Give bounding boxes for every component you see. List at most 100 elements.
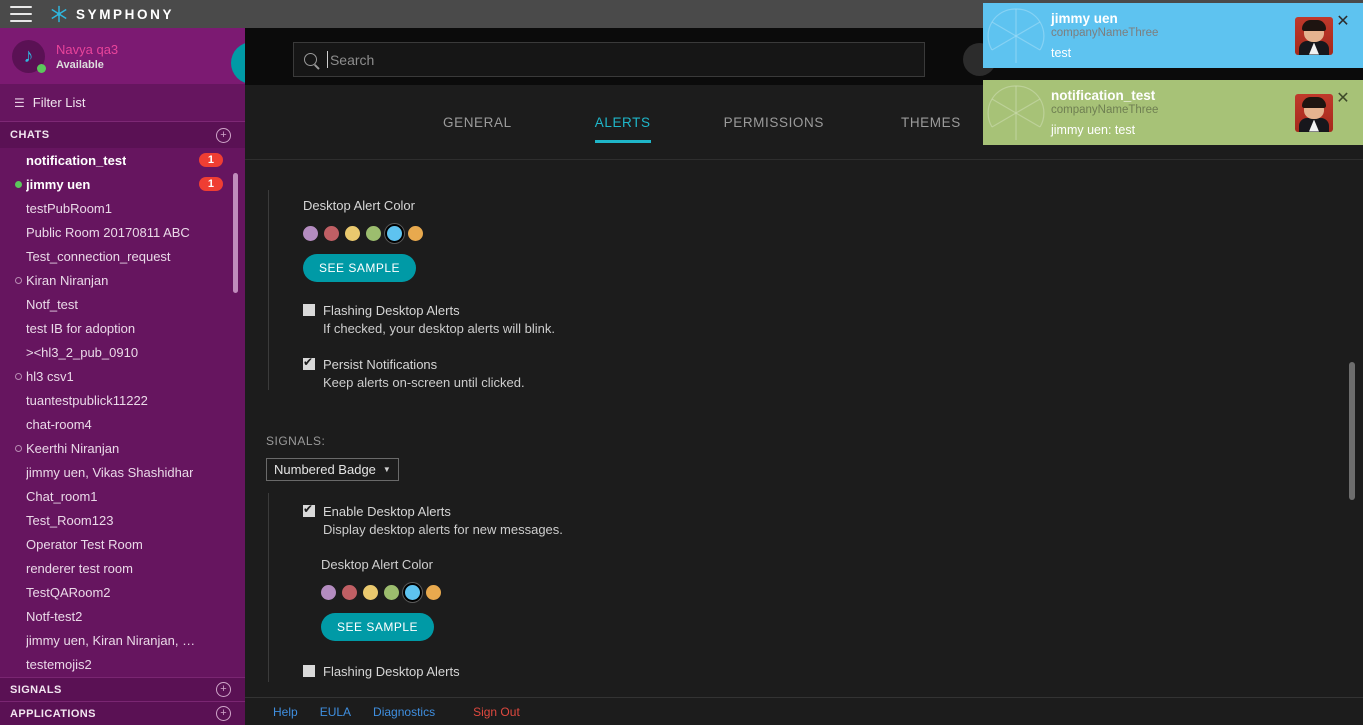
- app-logo: SYMPHONY: [50, 5, 174, 23]
- chat-name: jimmy uen, Vikas Shashidhar: [26, 464, 194, 480]
- toast-message: test: [1051, 46, 1072, 60]
- signals-type-dropdown[interactable]: Numbered Badge ▼: [266, 458, 399, 481]
- search-icon: [304, 53, 317, 66]
- color-swatch[interactable]: [342, 585, 357, 600]
- chat-list[interactable]: notification_test 1 jimmy uen 1 testPubRoom1…: [0, 148, 245, 704]
- color-swatch[interactable]: [408, 226, 423, 241]
- flashing-alerts-row[interactable]: Flashing Desktop Alerts If checked, your…: [303, 663, 1340, 682]
- chat-list-item[interactable]: renderer test room: [0, 556, 245, 580]
- chat-list-item[interactable]: test IB for adoption: [0, 316, 245, 340]
- diagnostics-link[interactable]: Diagnostics: [373, 705, 435, 719]
- symphony-mark-icon: [51, 5, 67, 23]
- chat-list-item[interactable]: notification_test 1: [0, 148, 245, 172]
- settings-panel: GENERALALERTSPERMISSIONSTHEMESEMAIL INTE…: [245, 85, 1363, 697]
- tab-alerts[interactable]: ALERTS: [594, 115, 651, 143]
- color-swatch[interactable]: [303, 226, 318, 241]
- help-link[interactable]: Help: [273, 705, 298, 719]
- notification-toast-notification-test[interactable]: notification_test companyNameThree jimmy…: [983, 80, 1363, 145]
- add-signal-icon[interactable]: +: [216, 682, 231, 697]
- hamburger-icon[interactable]: [10, 6, 32, 22]
- chats-section-header: CHATS +: [0, 122, 245, 148]
- tab-general[interactable]: GENERAL: [443, 115, 512, 143]
- presence-indicator: [37, 63, 46, 73]
- sidebar-scrollbar[interactable]: [233, 173, 238, 293]
- color-swatch[interactable]: [384, 585, 399, 600]
- flashing-alerts-checkbox-top[interactable]: [303, 304, 315, 316]
- persist-notifications-row-top[interactable]: Persist Notifications Keep alerts on-scr…: [303, 355, 1340, 390]
- chat-list-item[interactable]: Public Room 20170811 ABC: [0, 220, 245, 244]
- color-swatch[interactable]: [405, 585, 420, 600]
- profile-status: Available: [56, 58, 104, 71]
- user-profile[interactable]: ♪ Navya qa3 Available +: [0, 28, 245, 84]
- close-icon[interactable]: ✕: [1333, 88, 1353, 108]
- chat-name: Operator Test Room: [26, 536, 143, 552]
- applications-section-header[interactable]: APPLICATIONS +: [0, 701, 245, 725]
- search-bar[interactable]: [293, 42, 925, 77]
- presence-icon: [10, 276, 26, 284]
- chat-name: renderer test room: [26, 560, 133, 576]
- chat-name: Test_Room123: [26, 512, 114, 528]
- chat-list-item[interactable]: Test_Room123: [0, 508, 245, 532]
- signals-section-header[interactable]: SIGNALS +: [0, 677, 245, 701]
- chat-list-item[interactable]: TestQARoom2: [0, 580, 245, 604]
- desktop-alert-color-label: Desktop Alert Color: [321, 557, 433, 572]
- add-chat-icon[interactable]: +: [216, 127, 231, 143]
- color-swatch[interactable]: [345, 226, 360, 241]
- applications-section-title: APPLICATIONS: [10, 707, 96, 720]
- chat-name: jimmy uen: [26, 176, 91, 192]
- chat-list-item[interactable]: chat-room4: [0, 412, 245, 436]
- signals-alerts-group: Enable Desktop Alerts Display desktop al…: [268, 493, 1340, 682]
- persist-notifications-checkbox-top[interactable]: [303, 355, 315, 370]
- chat-list-item[interactable]: Kiran Niranjan: [0, 268, 245, 292]
- color-swatch[interactable]: [387, 226, 402, 241]
- create-new-button[interactable]: +: [231, 42, 245, 84]
- chat-name: testPubRoom1: [26, 200, 112, 216]
- signals-section-title: SIGNALS: [10, 683, 62, 696]
- tab-themes[interactable]: THEMES: [901, 115, 961, 143]
- app-root: SYMPHONY ♪ Navya qa3 Available + ☰ Filte…: [0, 0, 1363, 725]
- flashing-alerts-row-top[interactable]: Flashing Desktop Alerts If checked, your…: [303, 302, 1340, 336]
- chat-list-item[interactable]: hl3 csv1: [0, 364, 245, 388]
- chats-section-title: CHATS: [10, 129, 50, 141]
- settings-scrollbar[interactable]: [1349, 362, 1355, 500]
- see-sample-button[interactable]: SEE SAMPLE: [321, 613, 435, 641]
- color-swatch[interactable]: [366, 226, 381, 241]
- chat-list-item[interactable]: jimmy uen, Vikas Shashidhar: [0, 460, 245, 484]
- unread-badge: 1: [198, 177, 223, 191]
- chat-list-item[interactable]: tuantestpublick11222: [0, 388, 245, 412]
- see-sample-button-top[interactable]: SEE SAMPLE: [303, 254, 417, 282]
- chat-list-item[interactable]: testemojis2: [0, 652, 245, 676]
- chat-list-item[interactable]: Chat_room1: [0, 484, 245, 508]
- chat-list-item[interactable]: Keerthi Niranjan: [0, 436, 245, 460]
- chat-list-item[interactable]: Operator Test Room: [0, 532, 245, 556]
- desktop-alert-color-swatches[interactable]: [321, 585, 1340, 600]
- presence-icon: [10, 180, 26, 188]
- chat-list-item[interactable]: jimmy uen, Kiran Niranjan, Vikas ...: [0, 628, 245, 652]
- add-application-icon[interactable]: +: [216, 706, 231, 721]
- sign-out-link[interactable]: Sign Out: [473, 705, 520, 719]
- chat-list-item[interactable]: Notf_test: [0, 292, 245, 316]
- notification-toast-jimmy-uen[interactable]: jimmy uen companyNameThree test ✕: [983, 3, 1363, 68]
- enable-desktop-alerts-row[interactable]: Enable Desktop Alerts Display desktop al…: [303, 502, 1340, 537]
- enable-desktop-alerts-checkbox[interactable]: [303, 502, 315, 517]
- chat-list-item[interactable]: testPubRoom1: [0, 196, 245, 220]
- color-swatch[interactable]: [321, 585, 336, 600]
- color-swatch[interactable]: [324, 226, 339, 241]
- flashing-alerts-checkbox[interactable]: [303, 665, 315, 677]
- chat-name: Kiran Niranjan: [26, 272, 109, 288]
- presence-icon: [10, 372, 26, 380]
- eula-link[interactable]: EULA: [320, 705, 351, 719]
- chat-list-item[interactable]: ><hl3_2_pub_0910: [0, 340, 245, 364]
- color-swatch[interactable]: [426, 585, 441, 600]
- chat-list-item[interactable]: jimmy uen 1: [0, 172, 245, 196]
- chat-list-item[interactable]: Test_connection_request: [0, 244, 245, 268]
- tab-permissions[interactable]: PERMISSIONS: [724, 115, 824, 143]
- chat-list-item[interactable]: Notf-test2: [0, 604, 245, 628]
- filter-list-row[interactable]: ☰ Filter List: [0, 84, 245, 122]
- search-input[interactable]: [329, 51, 914, 68]
- flashing-alerts-desc-top: If checked, your desktop alerts will bli…: [323, 321, 555, 336]
- toast-avatar: [1295, 93, 1333, 132]
- color-swatch[interactable]: [363, 585, 378, 600]
- desktop-alert-color-swatches-top[interactable]: [303, 226, 1340, 241]
- close-icon[interactable]: ✕: [1333, 11, 1353, 31]
